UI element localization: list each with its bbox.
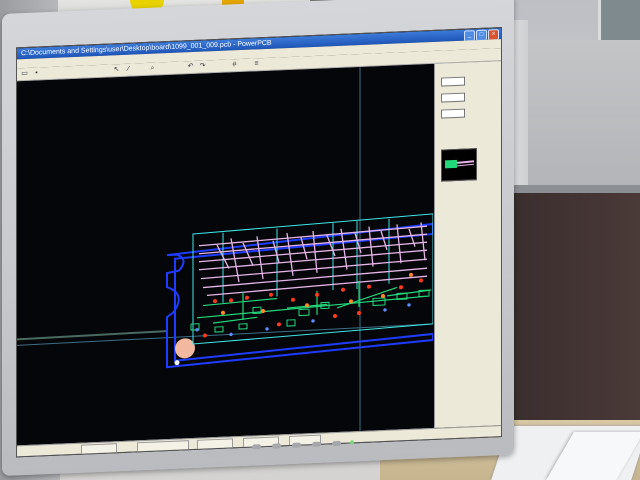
red-vias <box>203 278 423 338</box>
side-panel <box>434 61 502 428</box>
lcd-monitor: C:\Documents and Settings\user\Desktop\b… <box>2 0 514 477</box>
monitor-button[interactable] <box>312 441 321 448</box>
open-icon[interactable]: ▭ <box>21 70 28 77</box>
save-icon[interactable]: ▪ <box>33 69 40 77</box>
status-field <box>81 443 117 455</box>
pcb-design-canvas[interactable] <box>17 63 433 446</box>
overview-thumbnail <box>445 159 475 169</box>
redo-icon[interactable]: ↷ <box>199 62 206 69</box>
cubicle-partition <box>512 185 640 433</box>
monitor-button[interactable] <box>272 443 281 449</box>
pink-traces <box>198 222 428 297</box>
layer-combo[interactable] <box>441 76 465 87</box>
width-combo[interactable] <box>441 92 465 103</box>
crosshair-horizontal <box>17 323 433 346</box>
status-field <box>137 440 189 453</box>
ratsnest-line <box>17 330 168 341</box>
monitor-button[interactable] <box>332 440 341 447</box>
smd-pads <box>190 289 430 333</box>
undo-icon[interactable]: ↶ <box>187 63 194 70</box>
overview-window[interactable] <box>441 148 477 182</box>
monitor-button[interactable] <box>252 444 261 450</box>
select-icon[interactable]: ↖ <box>113 66 120 73</box>
monitor-screen: C:\Documents and Settings\user\Desktop\b… <box>16 27 502 458</box>
mounting-hole-pad <box>175 338 195 359</box>
monitor-button[interactable] <box>292 442 301 448</box>
grid-icon[interactable]: # <box>231 61 238 68</box>
route-icon[interactable]: ∕ <box>125 66 132 73</box>
grid-combo[interactable] <box>441 108 465 119</box>
status-field <box>197 438 233 450</box>
zoom-icon[interactable]: ⌕ <box>149 65 156 72</box>
power-indicator <box>350 440 354 445</box>
pcb-layout <box>17 66 433 432</box>
layer-icon[interactable]: ≡ <box>253 60 260 67</box>
window <box>598 0 640 40</box>
